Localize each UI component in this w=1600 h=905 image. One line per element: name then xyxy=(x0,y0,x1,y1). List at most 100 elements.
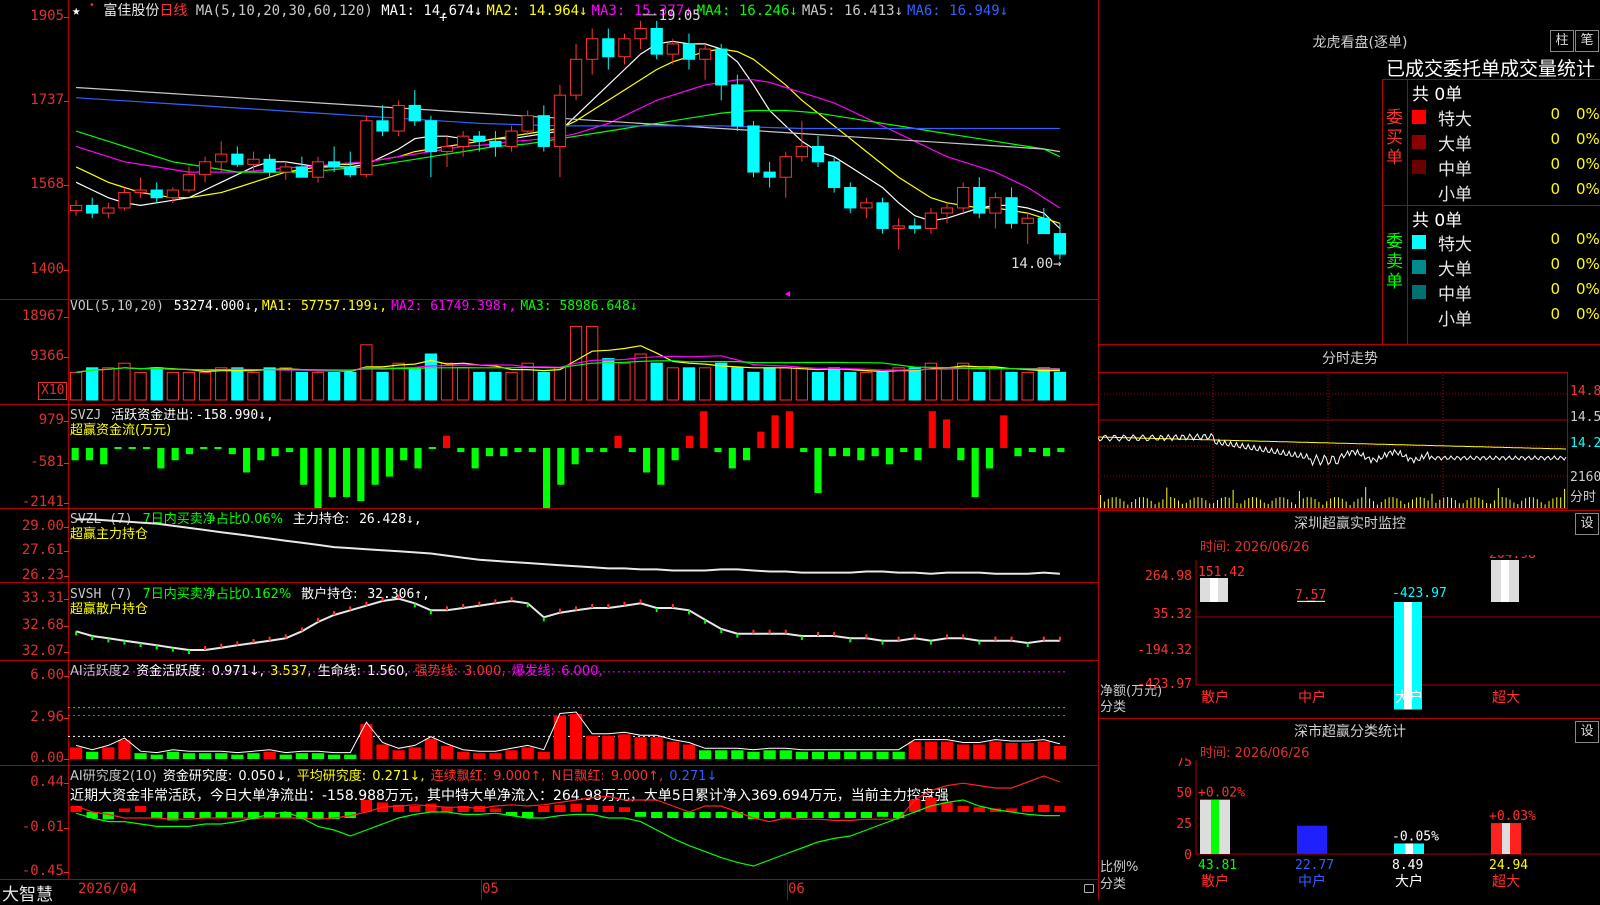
intraday-vol-bar xyxy=(1209,503,1211,508)
flow-bar xyxy=(614,435,622,448)
vol-unit-badge[interactable]: X10 xyxy=(38,382,68,400)
candle-body xyxy=(779,156,792,178)
intraday-vol-bar xyxy=(1497,488,1499,508)
activity-bar xyxy=(779,750,792,759)
monitor-y-label: 35.32 xyxy=(1153,607,1192,622)
flow-bar xyxy=(514,448,522,453)
flow-bar xyxy=(457,448,465,453)
holding-tick xyxy=(429,610,432,615)
volume-bar xyxy=(360,344,373,401)
intraday-vol-bar xyxy=(1100,495,1101,508)
intraday-vol-bar xyxy=(1197,497,1199,508)
flow-bar xyxy=(1028,448,1036,453)
flow-bar xyxy=(585,448,593,453)
research-bar xyxy=(489,808,502,812)
volume-bar xyxy=(231,367,244,401)
candle-body xyxy=(892,225,905,229)
activity-bar xyxy=(747,751,760,759)
candle-body xyxy=(731,84,744,127)
intraday-vol-bar xyxy=(1369,498,1371,508)
volume-bar xyxy=(150,367,163,401)
monitor-settings-button[interactable]: 设 xyxy=(1575,513,1599,535)
activity-bar xyxy=(215,753,228,759)
intraday-chart[interactable] xyxy=(1098,372,1568,510)
category-bar-highlight xyxy=(1405,843,1413,854)
activity-bar xyxy=(1005,743,1018,759)
candle-body xyxy=(860,202,873,209)
intraday-vol-bar xyxy=(1326,501,1328,508)
y-tick-label: 32.68 xyxy=(21,617,64,633)
activity-bar xyxy=(908,741,921,759)
volume-bar xyxy=(1037,367,1050,401)
monitor-bar-1 xyxy=(1200,577,1228,602)
y-tick-label: 2.96 xyxy=(30,709,64,725)
volume-chart[interactable] xyxy=(68,300,1098,404)
monitor-bar-chart[interactable]: 264.9835.32-194.32-423.97151.42散户7.57中户-… xyxy=(1098,555,1600,720)
holding-tick xyxy=(300,627,303,632)
volume-bar xyxy=(311,371,325,401)
candle-body xyxy=(263,158,276,173)
monitor-y-label: -194.32 xyxy=(1137,643,1192,658)
flow-bar xyxy=(857,448,865,461)
category-bar-3 xyxy=(1394,843,1424,854)
flow-bar xyxy=(1057,448,1065,453)
candle-body xyxy=(295,166,309,178)
intraday-vol-bar xyxy=(1454,500,1456,508)
y-tick-label: 27.61 xyxy=(21,542,64,558)
candle-body xyxy=(457,135,470,147)
intraday-avg-line xyxy=(1098,436,1566,450)
flow-bar xyxy=(757,431,765,448)
intraday-vol-bar xyxy=(1150,500,1152,508)
holding-tick xyxy=(268,636,271,641)
bar-mode-button[interactable]: 柱 xyxy=(1550,30,1574,52)
candle-body xyxy=(360,120,373,176)
activity-bar xyxy=(182,753,196,759)
intraday-y-label: 14.84 xyxy=(1570,384,1600,399)
activity-bar xyxy=(537,751,550,759)
holding-tick xyxy=(510,597,513,601)
candlestick-chart[interactable]: 19.05 14.00→ + xyxy=(68,0,1098,299)
flow-bar xyxy=(228,448,236,455)
ma-line-2 xyxy=(75,48,1061,224)
intraday-vol-bar xyxy=(1505,497,1507,508)
sell-pct-1: 0% xyxy=(1576,230,1600,248)
capital-flow-chart[interactable] xyxy=(68,405,1098,508)
flow-bar xyxy=(557,448,565,485)
monitor-time: 时间: 2026/06/26 xyxy=(1200,540,1310,555)
volume-bar xyxy=(440,362,454,401)
holding-tick xyxy=(204,646,207,650)
lock-icon[interactable] xyxy=(1084,884,1094,893)
y-tick-label: 26.23 xyxy=(21,567,64,583)
candle-body xyxy=(715,48,728,86)
sell-swatch-1 xyxy=(1412,235,1426,249)
candle-body xyxy=(1021,217,1034,224)
intraday-vol-bar xyxy=(1447,497,1449,508)
intraday-vol-bar xyxy=(1224,497,1226,508)
intraday-vol-bar xyxy=(1474,497,1476,508)
intraday-vol-bar xyxy=(1291,502,1293,508)
intraday-vol-bar xyxy=(1423,498,1425,508)
intraday-vol-bar xyxy=(1103,501,1105,508)
category-settings-button[interactable]: 设 xyxy=(1575,721,1599,743)
intraday-vol-bar xyxy=(1482,499,1484,508)
holding-tick xyxy=(623,601,626,606)
candle-body xyxy=(489,140,502,147)
ai-research-chart[interactable] xyxy=(68,766,1098,879)
main-holding-chart[interactable] xyxy=(68,509,1098,582)
sell-name-3: 中单 xyxy=(1438,285,1472,305)
category-y-label: 25 xyxy=(1176,817,1192,832)
intraday-vol-bar xyxy=(1115,497,1117,508)
retail-holding-chart[interactable] xyxy=(68,583,1098,660)
buy-row-2: 大单 0 0% xyxy=(1412,130,1600,155)
pen-mode-button[interactable]: 笔 xyxy=(1575,30,1599,52)
research-bar xyxy=(151,812,163,818)
activity-bar xyxy=(666,741,679,759)
ai-activity-chart[interactable] xyxy=(68,661,1098,765)
buy-swatch-3 xyxy=(1412,160,1426,174)
intraday-frame xyxy=(1098,372,1568,509)
category-bar-chart[interactable]: 75 50 25 0 +0.02% 43.81散户 22.77中户 -0.05% 8.49大户 +… xyxy=(1098,758,1600,900)
intraday-vol-bar xyxy=(1146,498,1148,508)
category-x-label: 超大 xyxy=(1492,874,1520,890)
category-bar-highlight xyxy=(1308,825,1316,854)
intraday-vol-bar xyxy=(1158,502,1160,508)
